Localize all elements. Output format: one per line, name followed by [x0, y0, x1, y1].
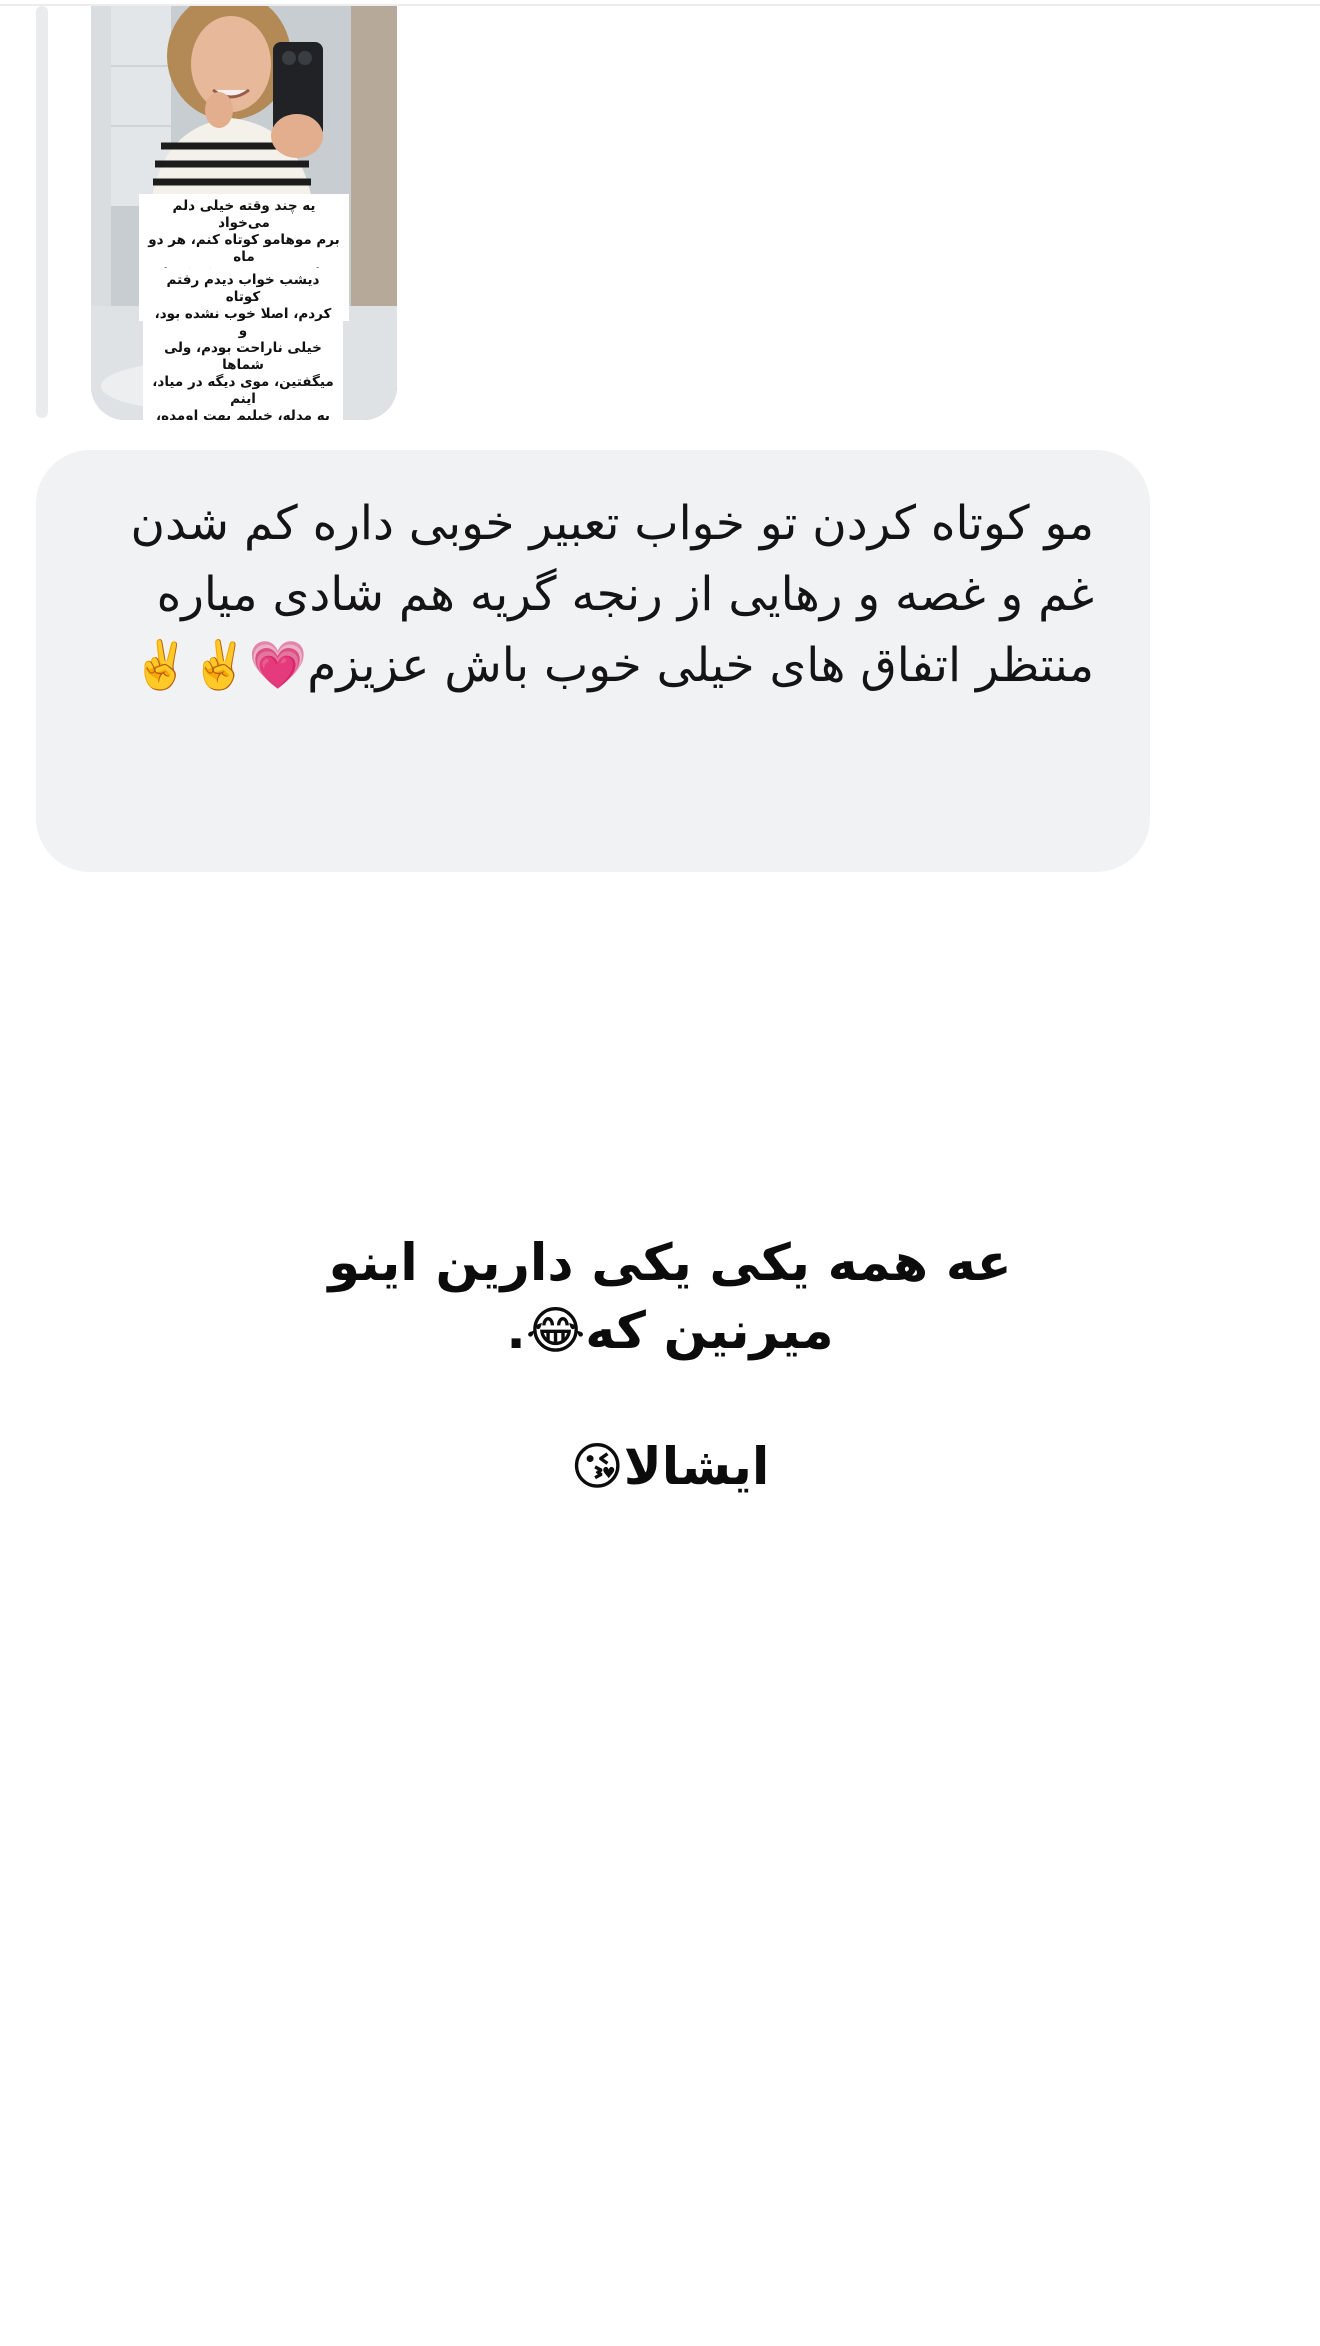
story-text-line-1: عه همه یکی یکی دارین اینو میرنین که😂.: [328, 1234, 1012, 1361]
story-text-spacer: [260, 1366, 1080, 1434]
story-caption-bottom: دیشب خواب دیدم رفتم کوتاه کردم، اصلا خوب…: [143, 268, 343, 420]
chat-screen: یه چند وقته خیلی دلم می‌خواد برم موهامو …: [0, 0, 1320, 2346]
message-bubble[interactable]: مو کوتاه کردن تو خواب تعبیر خوبی داره کم…: [36, 450, 1150, 872]
story-overlay-text: عه همه یکی یکی دارین اینو میرنین که😂. ای…: [260, 1230, 1080, 1502]
story-reply-thumbnail[interactable]: یه چند وقته خیلی دلم می‌خواد برم موهامو …: [91, 6, 397, 420]
reply-indicator-bar: [36, 6, 48, 418]
message-text: مو کوتاه کردن تو خواب تعبیر خوبی داره کم…: [130, 496, 1094, 693]
story-text-line-2: ایشالا😘: [570, 1438, 770, 1497]
